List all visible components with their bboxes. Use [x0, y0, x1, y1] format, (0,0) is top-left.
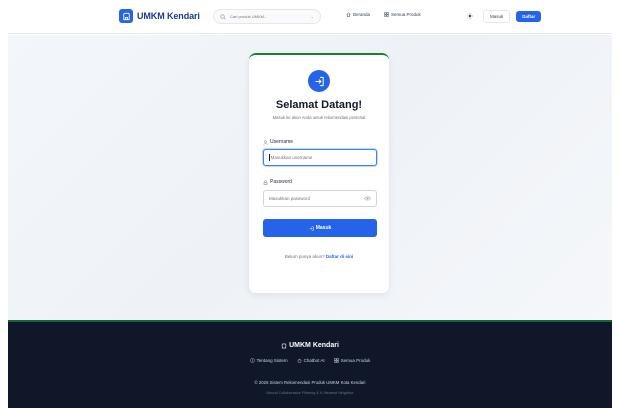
register-link[interactable]: Daftar di sini: [326, 254, 353, 259]
nav-label: Semua Produk: [391, 12, 421, 17]
nav-beranda[interactable]: Beranda: [346, 12, 370, 17]
home-icon: [346, 12, 351, 17]
nav-semua-produk[interactable]: Semua Produk: [384, 12, 421, 17]
submit-login-button[interactable]: Masuk: [263, 219, 377, 237]
footer: UMKM Kendari Tentang Sistem Chatbot AI S…: [8, 320, 612, 408]
grid-icon: [333, 358, 339, 363]
info-icon: [249, 358, 255, 363]
password-field[interactable]: [263, 190, 377, 207]
footer-link-produk[interactable]: Semua Produk: [333, 358, 370, 363]
top-navbar: UMKM Kendari ⌄ Beranda Semua Produk Masu…: [8, 0, 612, 34]
register-button[interactable]: Daftar: [516, 10, 542, 22]
login-arrow-icon: [309, 226, 314, 230]
robot-icon: [297, 358, 301, 363]
username-label: Username: [263, 139, 293, 145]
nav-label: Beranda: [353, 12, 371, 17]
footer-link-tentang[interactable]: Tentang Sistem: [249, 358, 288, 363]
username-input[interactable]: [270, 155, 371, 160]
search-icon: [220, 13, 226, 20]
username-field[interactable]: [263, 149, 377, 166]
footer-link-chatbot[interactable]: Chatbot AI: [297, 358, 325, 363]
register-prompt: Belum punya akun? Daftar di sini: [284, 254, 354, 259]
grid-icon: [384, 12, 389, 17]
search-input[interactable]: [230, 14, 307, 19]
header-actions: Masuk Daftar: [463, 9, 542, 23]
login-subtitle: Masuk ke akun Anda untuk rekomendasi per…: [272, 115, 366, 120]
text-caret: [269, 154, 270, 161]
app-frame: UMKM Kendari ⌄ Beranda Semua Produk Masu…: [8, 0, 612, 408]
main-content: Selamat Datang! Masuk ke akun Anda untuk…: [8, 35, 612, 320]
login-card: Selamat Datang! Masuk ke akun Anda untuk…: [249, 53, 389, 293]
password-input[interactable]: [269, 196, 364, 201]
brand-name: UMKM Kendari: [137, 11, 200, 21]
chevron-down-icon: ⌄: [310, 14, 314, 19]
login-icon: [308, 70, 330, 92]
login-button[interactable]: Masuk: [483, 9, 511, 23]
store-icon: [281, 343, 287, 348]
lock-icon: [263, 179, 268, 185]
store-icon: [119, 9, 133, 23]
footer-method: Neural Collaborative Filtering & K-Neare…: [266, 391, 354, 395]
user-icon: [263, 139, 268, 145]
footer-copyright: © 2026 Sistem Rekomendasi Produk UMKM Ko…: [254, 380, 366, 385]
search-bar[interactable]: ⌄: [213, 9, 321, 24]
footer-links: Tentang Sistem Chatbot AI Semua Produk: [8, 358, 612, 363]
footer-brand: UMKM Kendari: [8, 342, 612, 349]
password-label: Password: [263, 179, 292, 185]
main-nav: Beranda Semua Produk: [346, 12, 421, 17]
eye-icon[interactable]: [364, 195, 371, 202]
theme-toggle-button[interactable]: [463, 9, 477, 23]
login-title: Selamat Datang!: [275, 99, 363, 111]
brand[interactable]: UMKM Kendari: [119, 9, 200, 23]
sun-icon: [467, 13, 473, 19]
